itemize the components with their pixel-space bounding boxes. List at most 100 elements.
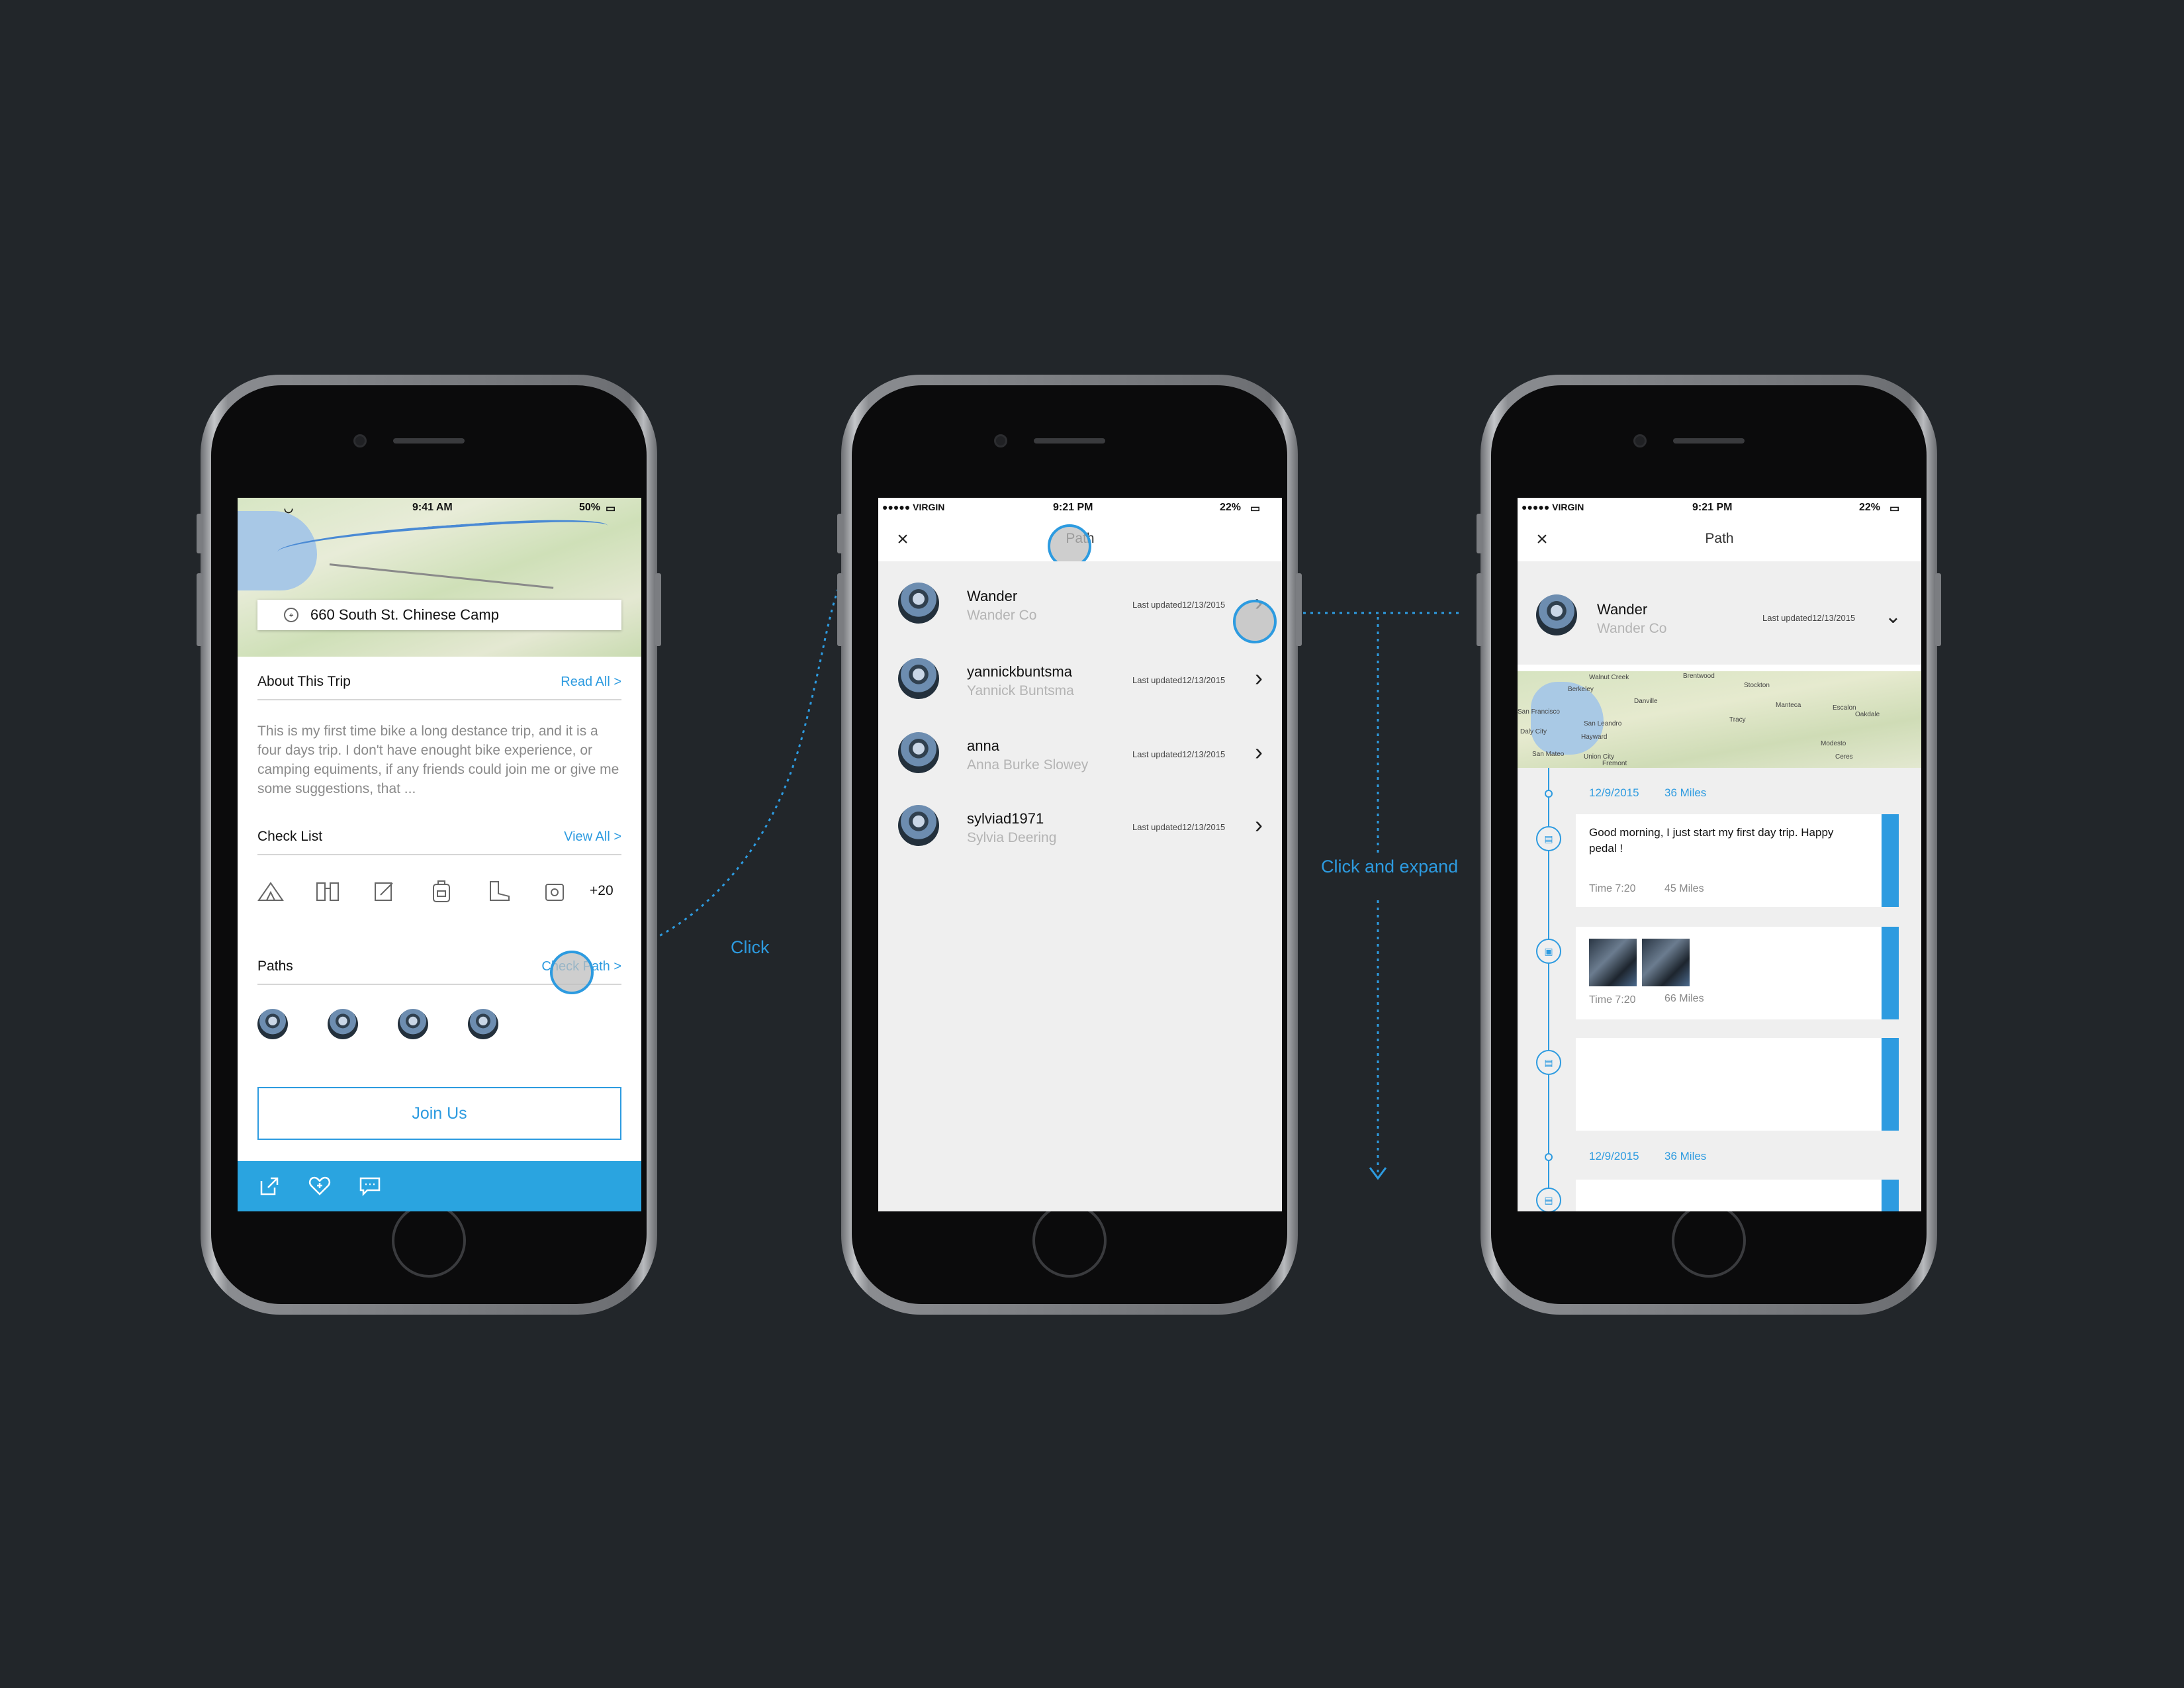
user-company: Yannick Buntsma (967, 683, 1074, 698)
timeline-card[interactable] (1576, 1038, 1899, 1131)
last-updated: Last updated12/13/2015 (1132, 822, 1226, 832)
list-item[interactable]: anna Anna Burke Slowey Last updated12/13… (878, 718, 1282, 790)
carrier: ●●●●● VIRGIN (882, 502, 945, 512)
about-description: This is my first time bike a long destan… (257, 724, 619, 796)
user-name: anna (967, 737, 999, 754)
list-item[interactable]: Wander Wander Co Last updated12/13/2015 … (878, 568, 1282, 641)
battery-icon: ▭ (1889, 503, 1900, 514)
timeline-miles: 36 Miles (1664, 786, 1707, 799)
home-button[interactable] (1672, 1203, 1746, 1278)
heart-add-icon[interactable] (308, 1174, 332, 1198)
checklist-icons: +20 (257, 876, 628, 906)
user-name: yannickbuntsma (967, 663, 1072, 680)
map-label: Danville (1634, 698, 1658, 705)
phone-side-button (837, 514, 843, 553)
earpiece-speaker (1034, 438, 1105, 444)
chevron-down-icon[interactable]: ⌄ (1885, 605, 1901, 628)
view-all-link[interactable]: View All > (564, 829, 621, 845)
battery-level: 22% (1859, 502, 1881, 513)
home-button[interactable] (1032, 1203, 1107, 1278)
share-icon[interactable] (257, 1174, 281, 1198)
timeline-date: 12/9/2015 (1589, 786, 1639, 799)
paths-title: Paths (257, 959, 293, 974)
address-bar[interactable]: ⌖ 660 South St. Chinese Camp (257, 600, 621, 630)
read-all-link[interactable]: Read All > (561, 675, 621, 690)
map-label: Stockton (1744, 682, 1770, 689)
timeline-card[interactable]: Good morning, I just start my first day … (1576, 814, 1899, 907)
path-list-screen: ●●●●● VIRGIN 9:21 PM 22% ▭ × Path Wander… (878, 498, 1282, 1211)
chevron-right-icon[interactable]: › (1249, 739, 1269, 765)
avatar (898, 658, 939, 699)
avatar[interactable] (257, 1009, 288, 1039)
chevron-right-icon[interactable]: › (1249, 665, 1269, 691)
list-item[interactable]: sylviad1971 Sylvia Deering Last updated1… (878, 790, 1282, 863)
boot-icon[interactable] (485, 879, 512, 903)
phone-bezel: ◡ 9:41 AM 50% ▭ ⌖ 660 South St. Chinese … (211, 385, 647, 1304)
address-text: 660 South St. Chinese Camp (310, 606, 499, 623)
expanded-path-header[interactable]: Wander Wander Co Last updated12/13/2015 … (1518, 561, 1921, 665)
checklist-section-header: Check List View All > (257, 822, 621, 855)
path-avatars (257, 1009, 538, 1039)
user-company: Wander Co (967, 608, 1037, 623)
user-name: sylviad1971 (967, 810, 1044, 827)
list-item[interactable]: yannickbuntsma Yannick Buntsma Last upda… (878, 643, 1282, 716)
map-label: San Leandro (1584, 720, 1622, 727)
map-label: Escalon (1833, 704, 1856, 712)
phone-bezel: ●●●●● VIRGIN 9:21 PM 22% ▭ × Path Wander… (852, 385, 1287, 1304)
phone-side-button (197, 573, 203, 646)
camera-icon[interactable] (542, 879, 569, 903)
phone-side-button (1296, 573, 1302, 646)
map-label: Modesto (1821, 740, 1846, 747)
nav-bar: × Path (1518, 518, 1921, 561)
card-accent (1882, 1180, 1899, 1211)
wifi-icon: ◡ (284, 503, 293, 514)
status-time: 9:41 AM (412, 502, 453, 513)
user-name: Wander (967, 588, 1018, 604)
card-accent (1882, 927, 1899, 1019)
phone-path-expanded: ●●●●● VIRGIN 9:21 PM 22% ▭ × Path Wander… (1477, 375, 1941, 1315)
map-label: Manteca (1776, 702, 1801, 709)
card-accent (1882, 814, 1899, 907)
comment-icon[interactable] (358, 1174, 382, 1198)
card-message: Good morning, I just start my first day … (1589, 826, 1834, 855)
phone-side-button (197, 514, 203, 553)
trip-details-screen: ◡ 9:41 AM 50% ▭ ⌖ 660 South St. Chinese … (238, 498, 641, 1211)
last-updated: Last updated12/13/2015 (1762, 613, 1856, 623)
route-map[interactable]: ◡ 9:41 AM 50% ▭ ⌖ 660 South St. Chinese … (238, 498, 641, 657)
notepad-icon[interactable] (371, 879, 398, 903)
status-time: 9:21 PM (1053, 502, 1093, 513)
trip-photo[interactable] (1642, 939, 1690, 986)
map-label: Tracy (1729, 716, 1746, 724)
avatar[interactable] (328, 1009, 358, 1039)
avatar (898, 583, 939, 624)
carrier: ●●●●● VIRGIN (1522, 502, 1584, 512)
last-updated: Last updated12/13/2015 (1132, 749, 1226, 759)
map-label: Brentwood (1683, 673, 1715, 680)
phone-side-button (1935, 573, 1941, 646)
battery-level: 22% (1220, 502, 1242, 513)
phone-trip-details: ◡ 9:41 AM 50% ▭ ⌖ 660 South St. Chinese … (197, 375, 661, 1315)
front-camera (353, 434, 367, 447)
chevron-right-icon[interactable]: › (1249, 812, 1269, 838)
trip-photo[interactable] (1589, 939, 1637, 986)
binoculars-icon[interactable] (314, 879, 341, 903)
avatar[interactable] (398, 1009, 428, 1039)
location-pin-icon: ⌖ (284, 608, 298, 622)
bottom-action-bar (238, 1161, 641, 1211)
avatar (898, 805, 939, 846)
map-label: Oakdale (1855, 711, 1880, 718)
path-map[interactable]: Walnut Creek Brentwood Berkeley Stockton… (1518, 671, 1921, 768)
home-button[interactable] (392, 1203, 466, 1278)
map-label: San Mateo (1532, 751, 1565, 758)
timeline-card[interactable] (1576, 1180, 1899, 1211)
checklist-more-count[interactable]: +20 (590, 883, 614, 899)
earpiece-speaker (1673, 438, 1745, 444)
avatar[interactable] (468, 1009, 498, 1039)
avatar (898, 732, 939, 773)
join-us-button[interactable]: Join Us (257, 1087, 621, 1140)
user-name: Wander (1597, 601, 1648, 618)
timeline-card[interactable]: Time 7:20 66 Miles (1576, 927, 1899, 1019)
backpack-icon[interactable] (428, 879, 455, 903)
map-label: Walnut Creek (1589, 674, 1629, 681)
tent-icon[interactable] (257, 879, 284, 903)
